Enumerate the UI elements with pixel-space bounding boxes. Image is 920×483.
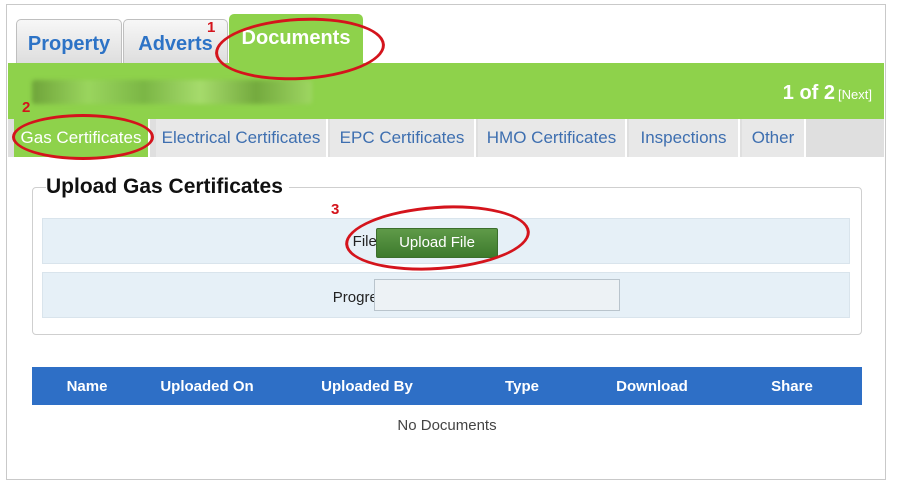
documents-table: Name Uploaded On Uploaded By Type Downlo… — [32, 367, 862, 435]
tab-electrical-certificates[interactable]: Electrical Certificates — [156, 119, 328, 157]
property-name-blurred — [32, 80, 312, 104]
property-header-bar: 1 of 2 [Next] — [8, 63, 884, 119]
table-row: No Documents — [32, 405, 862, 435]
no-documents-message: No Documents — [397, 417, 497, 434]
upload-section-title: Upload Gas Certificates — [46, 175, 289, 199]
column-name[interactable]: Name — [32, 367, 142, 405]
column-download[interactable]: Download — [582, 367, 722, 405]
annotation-circle-gas — [12, 114, 154, 160]
column-uploaded-by[interactable]: Uploaded By — [272, 367, 462, 405]
step-number-2: 2 — [22, 99, 31, 116]
tab-hmo-certificates[interactable]: HMO Certificates — [478, 119, 627, 157]
tab-epc-certificates[interactable]: EPC Certificates — [330, 119, 476, 157]
step-number-1: 1 — [207, 19, 216, 36]
progress-bar — [374, 279, 620, 311]
tab-property[interactable]: Property — [16, 19, 122, 63]
progress-row: Progress: — [42, 272, 850, 318]
pager-next-link[interactable]: [Next] — [838, 87, 872, 102]
tab-inspections[interactable]: Inspections — [629, 119, 740, 157]
tab-other[interactable]: Other — [742, 119, 806, 157]
pager-text: 1 of 2 — [782, 82, 836, 104]
step-number-3: 3 — [331, 201, 340, 218]
column-type[interactable]: Type — [462, 367, 582, 405]
column-share[interactable]: Share — [722, 367, 862, 405]
table-header-row: Name Uploaded On Uploaded By Type Downlo… — [32, 367, 862, 405]
pager: 1 of 2 [Next] — [783, 82, 872, 105]
column-uploaded-on[interactable]: Uploaded On — [142, 367, 272, 405]
